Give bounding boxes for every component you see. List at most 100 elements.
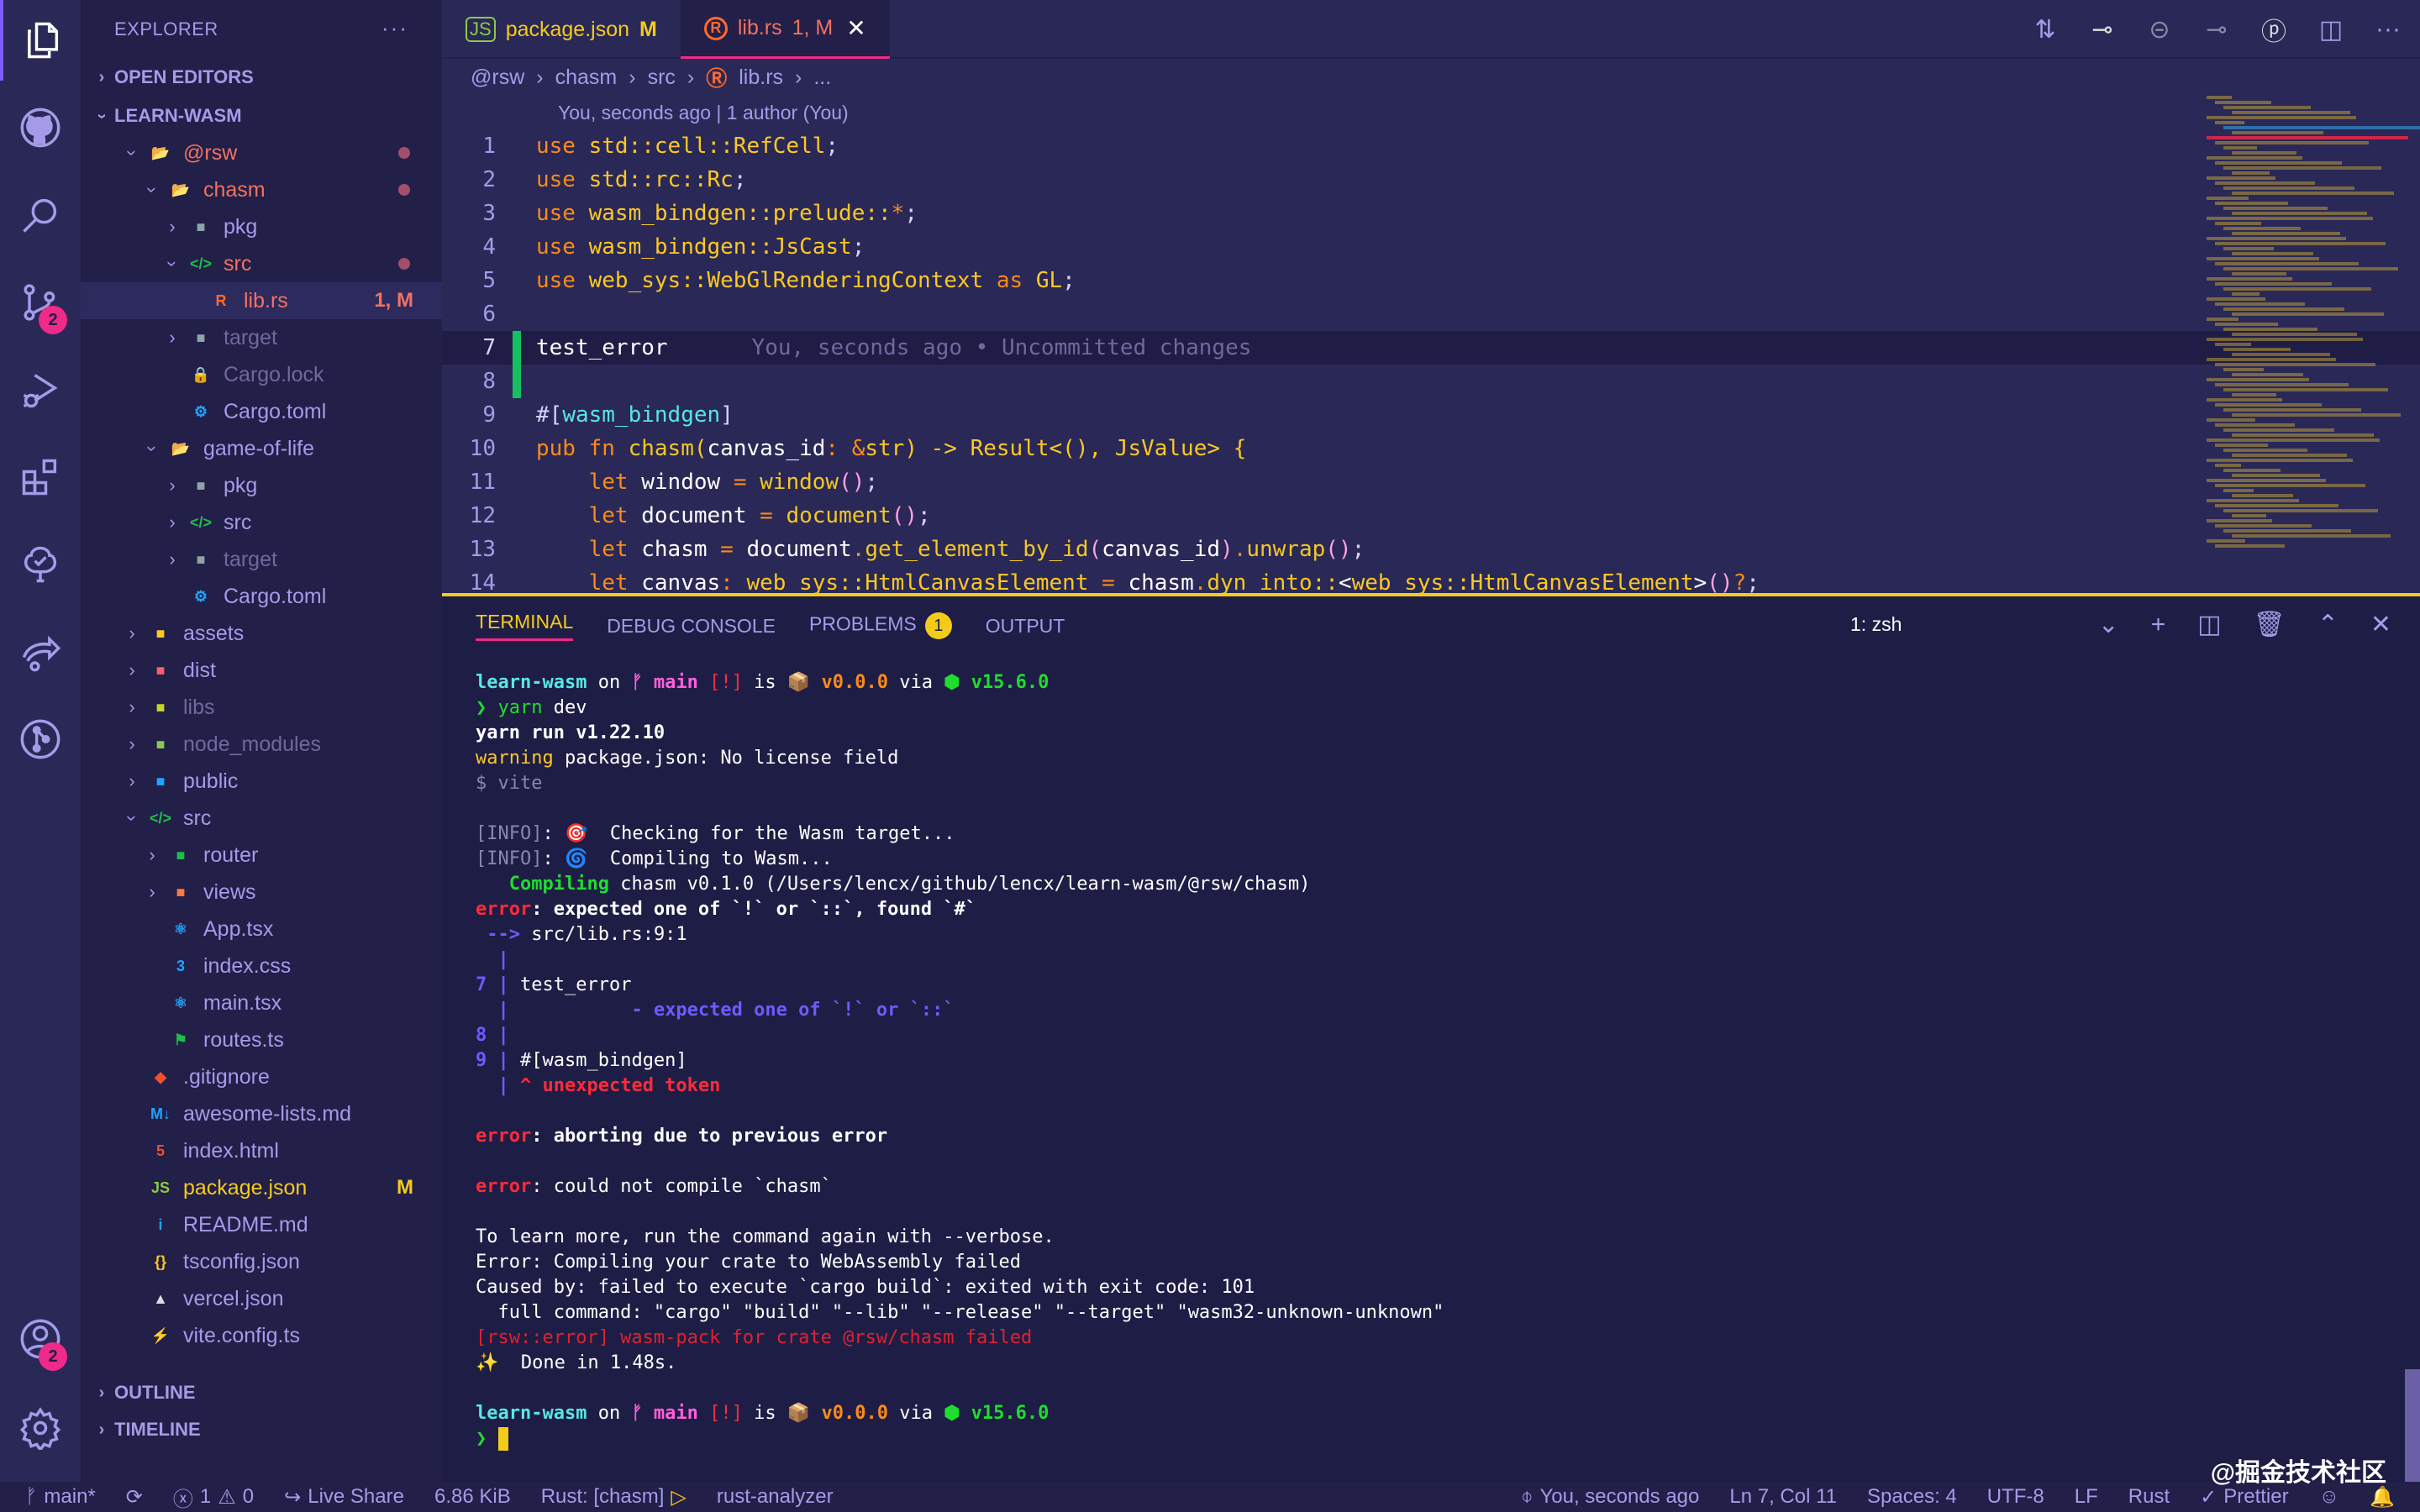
tree-item[interactable]: › ■ pkg — [81, 467, 442, 504]
indentation[interactable]: Spaces: 4 — [1867, 1485, 1957, 1509]
tree-item[interactable]: › ■ pkg — [81, 208, 442, 245]
tree-item[interactable]: ⚛ main.tsx — [81, 984, 442, 1021]
encoding[interactable]: UTF-8 — [1987, 1485, 2044, 1509]
previous-change-icon[interactable]: ⊸ — [2087, 10, 2118, 49]
tree-item[interactable]: ⚙ Cargo.toml — [81, 393, 442, 430]
tab-problems[interactable]: PROBLEMS 1 — [809, 612, 952, 639]
git-graph-icon[interactable] — [0, 699, 81, 780]
live-share-status[interactable]: ↪ Live Share — [284, 1485, 404, 1509]
tab-debug-console[interactable]: DEBUG CONSOLE — [607, 615, 776, 638]
code-line[interactable]: 2 use std::rc::Rc; — [442, 163, 2420, 197]
new-terminal-icon[interactable]: + — [2151, 611, 2166, 639]
tree-item[interactable]: {} tsconfig.json — [81, 1243, 442, 1280]
cursor-position[interactable]: Ln 7, Col 11 — [1729, 1485, 1837, 1509]
terminal-scrollbar[interactable] — [2405, 1369, 2420, 1487]
source-control-icon[interactable]: 2 — [0, 262, 81, 343]
tree-item[interactable]: › </> src — [81, 800, 442, 837]
rust-analyzer-status[interactable]: rust-analyzer — [717, 1485, 834, 1509]
chevron-down-icon[interactable]: ⌄ — [2098, 610, 2119, 639]
code-line[interactable]: 5 use web_sys::WebGlRenderingContext as G… — [442, 264, 2420, 297]
tree-item[interactable]: › ■ dist — [81, 652, 442, 689]
tree-item[interactable]: › ■ target — [81, 541, 442, 578]
code-line[interactable]: 6 — [442, 297, 2420, 331]
close-panel-icon[interactable]: ✕ — [2370, 610, 2391, 639]
language-mode[interactable]: Rust — [2128, 1485, 2170, 1509]
tree-item[interactable]: › ■ libs — [81, 689, 442, 726]
tree-item[interactable]: ⚛ App.tsx — [81, 911, 442, 948]
breadcrumb-item[interactable]: chasm — [555, 66, 618, 90]
tree-check-icon[interactable] — [0, 524, 81, 605]
problems-status[interactable]: ⓧ 1 ⚠ 0 — [173, 1483, 254, 1512]
tree-item[interactable]: ◆ .gitignore — [81, 1058, 442, 1095]
github-icon[interactable] — [0, 87, 81, 168]
branch-status[interactable]: ᚠ main* — [25, 1485, 96, 1509]
code-line[interactable]: 10 pub fn chasm(canvas_id: &str) -> Resul… — [442, 432, 2420, 465]
code-line[interactable]: 11 let window = window(); — [442, 465, 2420, 499]
tree-item[interactable]: › ■ public — [81, 763, 442, 800]
tree-item[interactable]: 5 index.html — [81, 1132, 442, 1169]
breadcrumb-item[interactable]: lib.rs — [739, 66, 783, 90]
live-share-icon[interactable] — [0, 612, 81, 692]
timeline-section[interactable]: › TIMELINE — [81, 1411, 442, 1448]
tab-output[interactable]: OUTPUT — [986, 615, 1065, 638]
rust-project-status[interactable]: Rust: [chasm] ▷ — [541, 1485, 687, 1509]
git-graph-icon[interactable]: ⓟ — [2259, 10, 2289, 49]
code-line[interactable]: 1 use std::cell::RefCell; — [442, 129, 2420, 163]
minimap[interactable] — [2193, 94, 2420, 593]
tree-item[interactable]: › 📂 game-of-life — [81, 430, 442, 467]
search-icon[interactable] — [0, 175, 81, 255]
split-terminal-icon[interactable]: ◫ — [2197, 610, 2221, 639]
tree-item[interactable]: › </> src — [81, 504, 442, 541]
code-line[interactable]: 3 use wasm_bindgen::prelude::*; — [442, 197, 2420, 230]
tree-item[interactable]: ⚙ Cargo.toml — [81, 578, 442, 615]
workspace-section[interactable]: › LEARN-WASM — [81, 97, 442, 134]
code-line[interactable]: 4 use wasm_bindgen::JsCast; — [442, 230, 2420, 264]
blame-codelens[interactable]: You, seconds ago | 1 author (You) — [442, 96, 2420, 129]
tree-item[interactable]: › </> src — [81, 245, 442, 282]
code-line[interactable]: 9 #[wasm_bindgen] — [442, 398, 2420, 432]
tree-item[interactable]: › ■ assets — [81, 615, 442, 652]
breadcrumb-item[interactable]: src — [648, 66, 676, 90]
tree-item[interactable]: ⚑ routes.ts — [81, 1021, 442, 1058]
commit-icon[interactable]: ⊝ — [2144, 10, 2175, 49]
code-line[interactable]: 13 let chasm = document.get_element_by_i… — [442, 533, 2420, 566]
terminal-output[interactable]: learn-wasm on ᚠ main [!] is 📦 v0.0.0 via… — [442, 655, 2420, 1467]
extensions-icon[interactable] — [0, 437, 81, 517]
tree-item[interactable]: › ■ target — [81, 319, 442, 356]
next-change-icon[interactable]: ⊸ — [2202, 10, 2232, 49]
tree-item[interactable]: JS package.json M — [81, 1169, 442, 1206]
tree-item[interactable]: 3 index.css — [81, 948, 442, 984]
code-line[interactable]: 8 — [442, 365, 2420, 398]
git-blame-status[interactable]: ⌽ You, seconds ago — [1521, 1485, 1699, 1509]
breadcrumb-item[interactable]: ... — [813, 66, 831, 90]
settings-gear-icon[interactable] — [0, 1388, 81, 1468]
tree-item[interactable]: › 📂 @rsw — [81, 134, 442, 171]
run-debug-icon[interactable] — [0, 349, 81, 430]
tab-terminal[interactable]: TERMINAL — [476, 611, 574, 641]
tree-item[interactable]: › ■ node_modules — [81, 726, 442, 763]
more-actions-icon[interactable]: ··· — [2373, 10, 2403, 49]
tree-item[interactable]: › ■ router — [81, 837, 442, 874]
maximize-panel-icon[interactable]: ⌃ — [2317, 610, 2338, 639]
tree-item[interactable]: › 📂 chasm — [81, 171, 442, 208]
tree-item[interactable]: ▲ vercel.json — [81, 1280, 442, 1317]
outline-section[interactable]: › OUTLINE — [81, 1374, 442, 1411]
close-icon[interactable]: ✕ — [846, 14, 865, 42]
tree-item[interactable]: M↓ awesome-lists.md — [81, 1095, 442, 1132]
terminal-selector[interactable]: 1: zsh — [1850, 613, 1902, 636]
breadcrumb-item[interactable]: @rsw — [471, 66, 524, 90]
code-line[interactable]: 7 test_error You, seconds ago • Uncommitte… — [442, 331, 2420, 365]
code-editor[interactable]: 1 use std::cell::RefCell; 2 use std::rc::Rc… — [442, 129, 2420, 600]
explorer-icon[interactable] — [0, 0, 81, 81]
tree-item[interactable]: ⚡ vite.config.ts — [81, 1317, 442, 1354]
accounts-icon[interactable]: 2 — [0, 1299, 81, 1379]
compare-changes-icon[interactable]: ⇅ — [2030, 10, 2060, 49]
end-of-line[interactable]: LF — [2075, 1485, 2098, 1509]
trash-icon[interactable]: 🗑 — [2254, 610, 2286, 639]
tree-item[interactable]: i README.md — [81, 1206, 442, 1243]
sync-icon[interactable]: ⟳ — [126, 1485, 143, 1509]
tab-package-json[interactable]: JS package.json M — [442, 0, 681, 59]
explorer-more-actions-icon[interactable]: ··· — [381, 15, 408, 41]
tab-lib-rs[interactable]: R lib.rs 1, M ✕ — [680, 0, 890, 59]
open-editors-section[interactable]: › OPEN EDITORS — [81, 59, 442, 96]
